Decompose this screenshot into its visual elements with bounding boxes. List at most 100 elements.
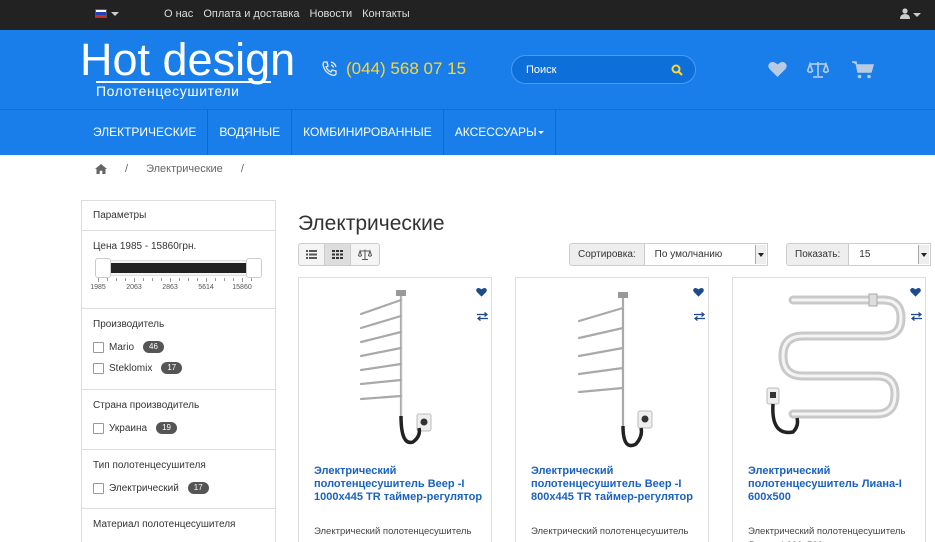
product-image[interactable] [309,286,483,456]
chevron-down-icon [537,131,544,135]
price-tick-label: 1985 [90,284,106,291]
nav-item-accessories[interactable]: АКСЕССУАРЫ [444,110,556,155]
nav-item-label: КОМБИНИРОВАННЫЕ [303,125,432,139]
phone-icon [322,61,337,76]
product-name[interactable]: Электрический полотенцесушитель Лиана-I … [748,465,918,504]
product-card[interactable]: Электрический полотенцесушитель Веер -I … [515,277,709,542]
count-badge: 17 [161,362,183,374]
checkbox[interactable] [93,422,104,434]
product-card[interactable]: Электрический полотенцесушитель Веер -I … [298,277,492,542]
product-name[interactable]: Электрический полотенцесушитель Веер -I … [531,465,701,504]
filter-option-electric[interactable]: Электрический 17 [93,482,209,494]
sort-value: По умолчанию [654,249,723,260]
user-menu[interactable] [900,8,921,22]
list-view-button[interactable] [298,243,325,266]
product-image[interactable] [743,286,917,456]
filter-option-mario[interactable]: Mario 46 [93,341,164,353]
show-value: 15 [859,249,871,260]
chevron-down-icon [918,245,930,264]
manufacturer-filter: Производитель Mario 46 Steklomix 17 [82,309,275,390]
scales-icon[interactable] [807,61,829,78]
search-icon[interactable] [671,64,683,76]
nav-item-electric[interactable]: ЭЛЕКТРИЧЕСКИЕ [82,110,209,155]
filter-header: Параметры [82,201,275,231]
checkbox[interactable] [93,341,104,353]
checkbox[interactable] [93,362,104,374]
country-title: Страна производитель [93,400,200,411]
show-control: Показать: 15 [786,243,932,266]
page-title: Электрические [298,212,445,235]
nav-item-water[interactable]: ВОДЯНЫЕ [208,110,293,155]
product-description: Электрический полотенцесушитель [531,526,689,537]
show-label: Показать: [786,243,850,266]
count-badge: 19 [156,422,177,434]
language-flag-icon[interactable] [95,9,107,18]
nav-item-combined[interactable]: КОМБИНИРОВАННЫЕ [292,110,444,155]
breadcrumb-current[interactable]: Электрические [146,163,223,175]
price-tick-label: 5614 [198,284,214,291]
chevron-down-icon [913,13,921,17]
heart-icon[interactable] [768,61,787,77]
cart-icon[interactable] [852,61,874,79]
top-link-payment-delivery[interactable]: Оплата и доставка [203,8,299,20]
price-slider-max-handle[interactable] [246,258,262,278]
top-link-news[interactable]: Новости [310,8,353,20]
filter-option-label: Mario [109,341,135,353]
country-filter: Страна производитель Украина 19 [82,390,275,450]
chevron-down-icon [754,245,766,264]
show-select[interactable]: 15 [849,243,932,266]
count-badge: 46 [143,341,164,353]
product-description: Электрический полотенцесушитель Лиана -I… [748,526,906,542]
filter-sidebar: Параметры Цена 1985 - 15860грн. 1985 206… [81,200,276,542]
chevron-down-icon[interactable] [111,12,119,16]
top-bar: О нас Оплата и доставка Новости Контакты [0,0,935,30]
manufacturer-title: Производитель [93,319,165,330]
phone[interactable]: (044) 568 07 15 [320,59,466,79]
logo[interactable]: Hot design Полотенцесушители [80,34,296,100]
material-filter: Материал полотенцесушителя [82,509,275,542]
checkbox[interactable] [93,482,104,494]
search-input[interactable] [526,62,666,78]
site-header: Hot design Полотенцесушители (044) 568 0… [0,30,935,109]
logo-title: Hot design [80,34,296,85]
price-slider-min-handle[interactable] [95,258,111,278]
filter-option-label: Украина [109,422,148,434]
phone-number: (044) 568 07 15 [346,59,467,78]
price-label: Цена 1985 - 15860грн. [93,241,197,252]
grid-view-button[interactable] [324,243,351,266]
search-box [511,55,696,84]
price-tick-label: 2863 [162,284,178,291]
price-filter: Цена 1985 - 15860грн. 1985 2063 2863 561… [82,231,275,309]
sort-select[interactable]: По умолчанию [644,243,768,266]
breadcrumb: / Электрические / [95,163,244,175]
price-slider-ticks: 1985 2063 2863 5614 15860 [90,278,260,298]
sort-control: Сортировка: По умолчанию [569,243,768,266]
home-icon[interactable] [95,164,107,174]
product-image[interactable] [526,286,700,456]
price-tick-label: 15860 [232,284,252,291]
top-link-contacts[interactable]: Контакты [362,8,410,20]
top-link-about[interactable]: О нас [164,8,193,20]
filter-option-steklomix[interactable]: Steklomix 17 [93,362,183,374]
main-nav: ЭЛЕКТРИЧЕСКИЕ ВОДЯНЫЕ КОМБИНИРОВАННЫЕ АК… [0,109,935,155]
nav-item-label: ВОДЯНЫЕ [219,125,281,139]
filter-option-ukraine[interactable]: Украина 19 [93,422,177,434]
type-title: Тип полотенцесушителя [93,460,206,471]
compare-view-button[interactable] [350,243,380,266]
sort-label: Сортировка: [569,243,645,266]
price-tick-label: 2063 [126,284,142,291]
nav-item-label: ЭЛЕКТРИЧЕСКИЕ [93,125,197,139]
product-name[interactable]: Электрический полотенцесушитель Веер -I … [314,465,484,504]
grid-icon [332,250,343,259]
view-toggle [298,243,380,266]
count-badge: 17 [187,482,209,494]
price-slider[interactable] [95,258,262,278]
product-description: Электрический полотенцесушитель [314,526,472,537]
product-card[interactable]: Электрический полотенцесушитель Лиана-I … [732,277,926,542]
breadcrumb-separator: / [125,163,129,175]
type-filter: Тип полотенцесушителя Электрический 17 [82,450,275,509]
list-icon [306,250,317,259]
material-title: Материал полотенцесушителя [93,519,236,530]
scales-icon [358,249,372,260]
filter-option-label: Steklomix [109,362,153,374]
